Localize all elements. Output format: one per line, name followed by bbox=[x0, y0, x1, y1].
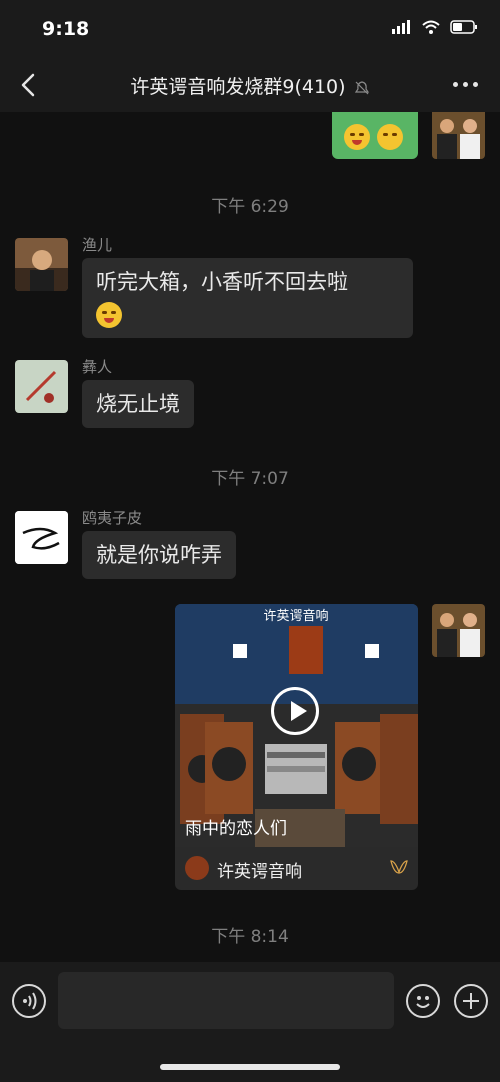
message-bubble[interactable]: 烧无止境 bbox=[82, 380, 194, 428]
signal-icon bbox=[392, 20, 410, 34]
timestamp: 下午 8:14 bbox=[211, 927, 289, 947]
laughing-emoji-icon bbox=[344, 124, 370, 150]
plus-icon bbox=[463, 993, 479, 1009]
video-channel-bar[interactable]: 许英谔音响 bbox=[175, 847, 418, 890]
more-options-button[interactable] bbox=[453, 82, 478, 87]
mute-icon bbox=[354, 80, 369, 94]
avatar-photo bbox=[432, 112, 485, 159]
timestamp: 下午 7:07 bbox=[211, 469, 289, 489]
sender-avatar[interactable] bbox=[15, 238, 68, 291]
battery-icon bbox=[450, 20, 477, 34]
dot bbox=[463, 82, 468, 87]
chat-title: 许英谔音响发烧群9(410) bbox=[0, 72, 500, 99]
avatar-photo bbox=[15, 238, 68, 291]
nav-bar: 许英谔音响发烧群9(410) bbox=[0, 58, 500, 112]
video-message[interactable]: 许英谔音响 雨中的恋人们 许英谔音响 bbox=[175, 604, 418, 890]
status-bar: 9:18 bbox=[0, 0, 500, 58]
sender-name: 彝人 bbox=[82, 358, 113, 376]
channel-avatar bbox=[185, 856, 209, 880]
message-bubble[interactable]: 听完大箱，小香听不回去啦 bbox=[82, 258, 413, 338]
dot bbox=[473, 82, 478, 87]
voice-icon bbox=[23, 992, 37, 1010]
sign-text: 许英谔音响 bbox=[263, 608, 328, 624]
sender-name: 渔儿 bbox=[82, 236, 113, 254]
chat-messages[interactable]: 下午 6:29 渔儿 听完大箱，小香听不回去啦 彝人 烧无止境 下午 7:07 … bbox=[0, 112, 500, 962]
thinking-emoji-icon bbox=[376, 124, 403, 150]
wifi-icon bbox=[422, 20, 440, 34]
tongue-emoji-icon bbox=[96, 302, 122, 328]
video-thumbnail[interactable]: 许英谔音响 雨中的恋人们 bbox=[175, 604, 418, 847]
home-indicator[interactable] bbox=[160, 1064, 340, 1070]
avatar-photo bbox=[432, 604, 485, 657]
signature-avatar-icon bbox=[15, 511, 68, 564]
status-icons bbox=[392, 20, 478, 34]
sender-avatar[interactable] bbox=[15, 511, 68, 564]
emoji-button[interactable] bbox=[406, 984, 440, 1018]
smiley-icon bbox=[416, 996, 430, 1008]
channels-icon bbox=[390, 860, 408, 874]
outgoing-emoji-bubble[interactable] bbox=[332, 112, 418, 159]
play-icon[interactable] bbox=[271, 687, 319, 735]
status-time: 9:18 bbox=[42, 18, 90, 40]
avatar-photo bbox=[15, 360, 68, 413]
voice-input-button[interactable] bbox=[12, 984, 46, 1018]
my-avatar[interactable] bbox=[432, 604, 485, 657]
message-bubble[interactable]: 就是你说咋弄 bbox=[82, 531, 236, 579]
timestamp: 下午 6:29 bbox=[211, 197, 289, 217]
chat-title-text: 许英谔音响发烧群9(410) bbox=[130, 76, 346, 98]
video-caption: 雨中的恋人们 bbox=[185, 819, 287, 839]
message-text: 就是你说咋弄 bbox=[96, 543, 222, 567]
dot bbox=[453, 82, 458, 87]
sender-avatar[interactable] bbox=[15, 360, 68, 413]
message-text: 听完大箱，小香听不回去啦 bbox=[96, 270, 348, 294]
message-input[interactable] bbox=[58, 972, 394, 1029]
channel-name: 许英谔音响 bbox=[217, 862, 302, 882]
my-avatar[interactable] bbox=[432, 112, 485, 159]
more-actions-button[interactable] bbox=[454, 984, 488, 1018]
message-text: 烧无止境 bbox=[96, 392, 180, 416]
sender-name: 鸥夷子皮 bbox=[82, 509, 143, 527]
